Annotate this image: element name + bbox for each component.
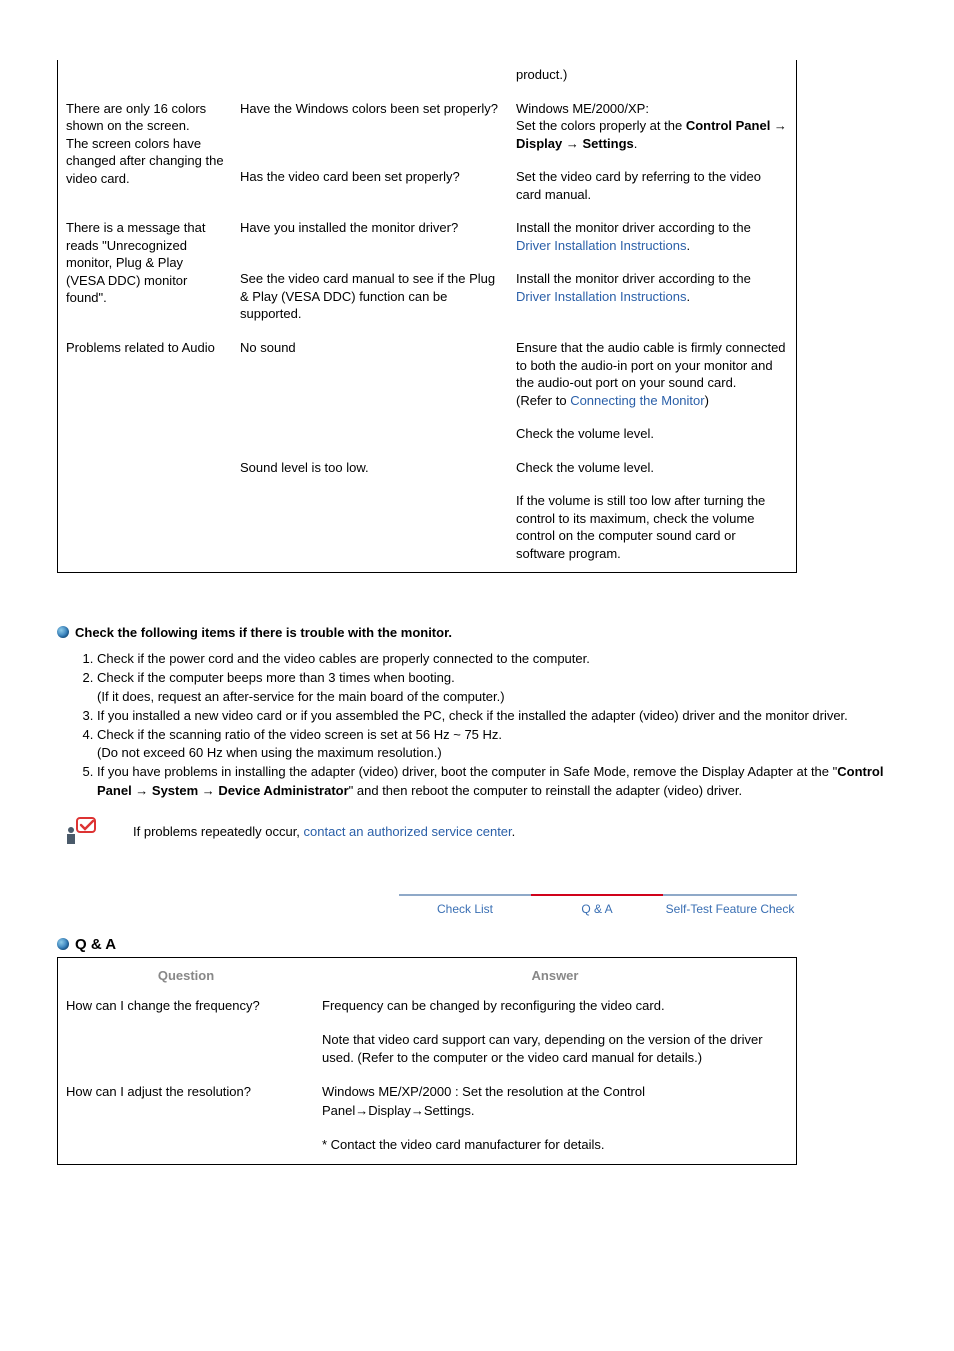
qa-question: How can I change the frequency? [58, 991, 315, 1078]
qa-table: Question Answer How can I change the fre… [57, 957, 797, 1165]
solution-cell: Check the volume level. [508, 453, 797, 487]
check-cell: Has the video card been set properly? [232, 162, 508, 213]
qa-question: How can I adjust the resolution? [58, 1077, 315, 1164]
repeat-note: If problems repeatedly occur, contact an… [61, 814, 897, 850]
qa-header-answer: Answer [314, 957, 797, 991]
qa-answer: Windows ME/XP/2000 : Set the resolution … [314, 1077, 797, 1129]
list-item: If you have problems in installing the a… [97, 763, 897, 799]
list-item: Check if the power cord and the video ca… [97, 650, 897, 668]
problem-cell: There are only 16 colors shown on the sc… [58, 94, 233, 214]
bullet-icon [57, 938, 69, 950]
solution-cell: Set the video card by referring to the v… [508, 162, 797, 213]
tab-self-test[interactable]: Self-Test Feature Check [663, 894, 797, 918]
solution-cell: product.) [508, 60, 797, 94]
check-cell: Have the Windows colors been set properl… [232, 94, 508, 163]
qa-answer: Note that video card support can vary, d… [314, 1025, 797, 1077]
troubleshoot-table: product.) There are only 16 colors shown… [57, 60, 797, 573]
bullet-icon [57, 626, 69, 638]
driver-install-link[interactable]: Driver Installation Instructions [516, 238, 687, 253]
connecting-monitor-link[interactable]: Connecting the Monitor [570, 393, 704, 408]
check-items-list: Check if the power cord and the video ca… [97, 650, 897, 800]
note-text: If problems repeatedly occur, contact an… [133, 824, 515, 839]
list-item: Check if the scanning ratio of the video… [97, 726, 897, 762]
list-item: If you installed a new video card or if … [97, 707, 897, 725]
tab-check-list[interactable]: Check List [399, 894, 531, 918]
problem-cell: There is a message that reads "Unrecogni… [58, 213, 233, 333]
list-item: Check if the computer beeps more than 3 … [97, 669, 897, 705]
tab-qa[interactable]: Q & A [531, 894, 663, 918]
note-icon [61, 814, 99, 850]
check-cell: No sound [232, 333, 508, 453]
section-tabs: Check List Q & A Self-Test Feature Check [57, 894, 797, 918]
solution-cell: Ensure that the audio cable is firmly co… [508, 333, 797, 419]
solution-cell: Windows ME/2000/XP: Set the colors prope… [508, 94, 797, 163]
qa-answer: Frequency can be changed by reconfigurin… [314, 991, 797, 1025]
solution-cell: Install the monitor driver according to … [508, 264, 797, 333]
solution-cell: Install the monitor driver according to … [508, 213, 797, 264]
qa-header-question: Question [58, 957, 315, 991]
check-cell: See the video card manual to see if the … [232, 264, 508, 333]
check-items-heading: Check the following items if there is tr… [57, 623, 897, 644]
qa-answer: * Contact the video card manufacturer fo… [314, 1130, 797, 1165]
check-cell: Have you installed the monitor driver? [232, 213, 508, 264]
solution-cell: Check the volume level. [508, 419, 797, 453]
problem-cell: Problems related to Audio [58, 333, 233, 573]
qa-heading: Q & A [57, 936, 897, 953]
driver-install-link[interactable]: Driver Installation Instructions [516, 289, 687, 304]
check-cell: Sound level is too low. [232, 453, 508, 573]
solution-cell: If the volume is still too low after tur… [508, 486, 797, 573]
service-center-link[interactable]: contact an authorized service center [304, 824, 512, 839]
